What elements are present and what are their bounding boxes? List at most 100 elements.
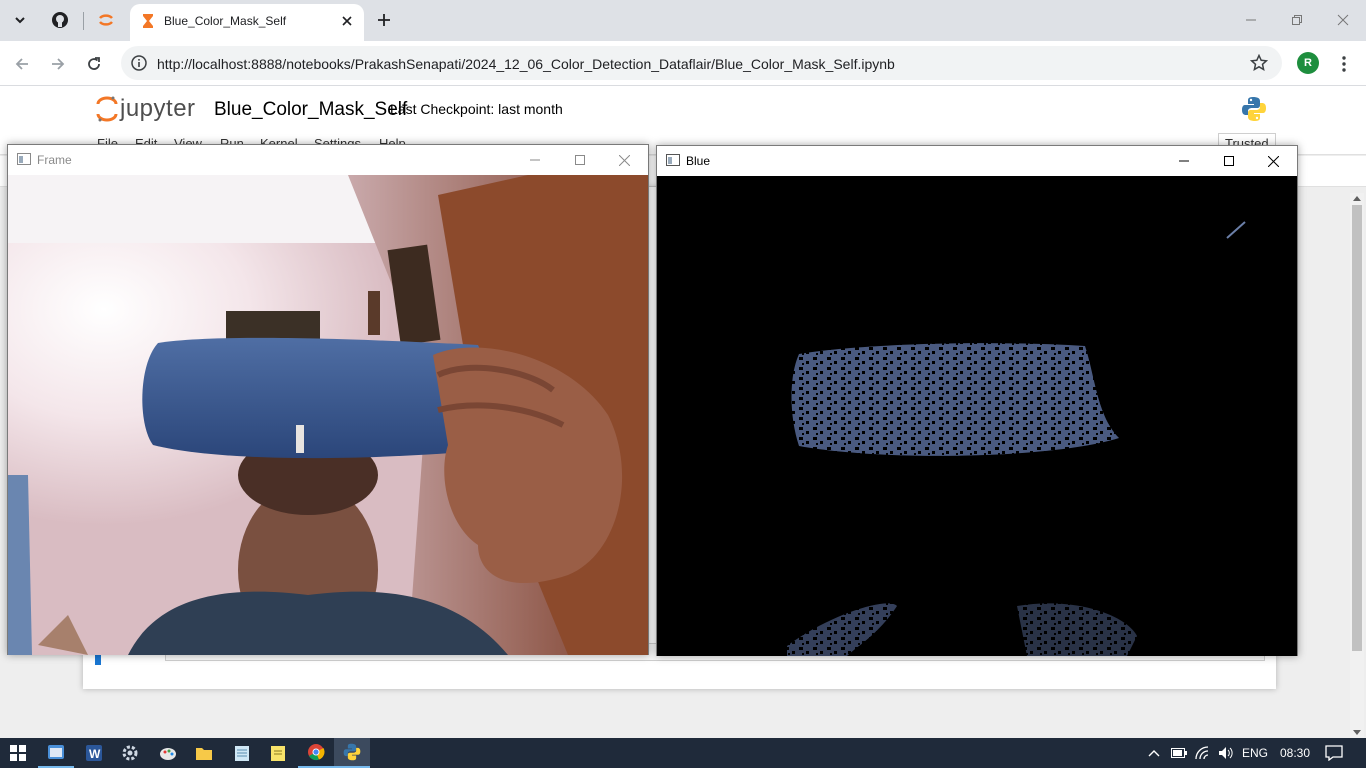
action-center-button[interactable] xyxy=(1320,738,1348,768)
paint-palette-icon xyxy=(160,748,176,760)
scroll-up-arrow-icon[interactable] xyxy=(1353,196,1361,201)
info-icon[interactable] xyxy=(129,53,149,73)
notepad-icon xyxy=(235,746,249,761)
blue-window[interactable]: Blue xyxy=(656,145,1298,656)
taskbar-app-file-explorer[interactable] xyxy=(186,738,222,768)
tray-language[interactable]: ENG xyxy=(1242,746,1268,760)
tray-volume[interactable] xyxy=(1215,738,1237,768)
taskbar-app-chrome[interactable] xyxy=(298,738,334,768)
jupyter-icon xyxy=(99,14,113,26)
maximize-icon xyxy=(574,155,585,165)
tray-battery[interactable] xyxy=(1168,738,1190,768)
taskbar-app-notepad[interactable] xyxy=(224,738,260,768)
close-icon xyxy=(1337,14,1349,26)
sticky-note-icon xyxy=(271,746,285,761)
start-button[interactable] xyxy=(0,738,36,768)
reload-icon xyxy=(88,57,100,70)
new-tab-button[interactable] xyxy=(371,7,397,33)
jupyter-logo-text: jupyter xyxy=(120,95,196,122)
arrow-left-icon xyxy=(15,58,28,70)
close-window-button[interactable] xyxy=(1320,4,1366,36)
browser-tab-strip: Blue_Color_Mask_Self xyxy=(0,0,1366,41)
maximize-icon xyxy=(1223,156,1234,166)
pinned-tab-jupyter[interactable] xyxy=(93,7,119,33)
close-icon[interactable] xyxy=(338,12,356,30)
notebook-title[interactable]: Blue_Color_Mask_Self xyxy=(214,99,407,121)
blue-window-titlebar[interactable]: Blue xyxy=(657,146,1297,176)
restore-button[interactable] xyxy=(1274,4,1320,36)
pinned-tab-github[interactable] xyxy=(47,7,73,33)
webcam-frame-image xyxy=(8,175,648,655)
chrome-menu-button[interactable] xyxy=(1333,50,1355,78)
chevron-down-icon xyxy=(15,17,25,24)
frame-close-button[interactable] xyxy=(602,145,647,175)
chrome-icon xyxy=(308,744,325,761)
profile-avatar[interactable]: R xyxy=(1297,52,1319,74)
notification-icon xyxy=(1325,745,1343,761)
tab-separator xyxy=(83,12,84,30)
reload-button[interactable] xyxy=(80,50,108,78)
gear-icon xyxy=(122,745,138,761)
frame-maximize-button[interactable] xyxy=(557,145,602,175)
windows-taskbar: W ENG 08:30 xyxy=(0,738,1366,768)
frame-minimize-button[interactable] xyxy=(512,145,557,175)
more-vertical-icon xyxy=(1342,56,1346,72)
battery-icon xyxy=(1171,748,1187,758)
tray-wifi[interactable] xyxy=(1192,738,1214,768)
wifi-icon xyxy=(1195,746,1209,760)
forward-button[interactable] xyxy=(44,50,72,78)
taskbar-app-settings[interactable] xyxy=(112,738,148,768)
app-window-icon xyxy=(48,745,64,759)
minimize-icon xyxy=(529,159,540,161)
restore-icon xyxy=(1292,15,1302,25)
blue-mask-image xyxy=(657,176,1297,656)
address-bar[interactable]: http://localhost:8888/notebooks/PrakashS… xyxy=(121,46,1282,80)
bookmark-star-icon[interactable] xyxy=(1250,54,1268,72)
tray-clock[interactable]: 08:30 xyxy=(1280,746,1310,760)
minimize-icon xyxy=(1246,19,1256,21)
taskbar-app-explorer-pinned[interactable] xyxy=(38,738,74,768)
frame-window[interactable]: Frame xyxy=(7,144,649,655)
taskbar-app-sticky-notes[interactable] xyxy=(260,738,296,768)
python-logo-icon xyxy=(1242,97,1266,121)
arrow-right-icon xyxy=(52,58,65,70)
frame-window-titlebar[interactable]: Frame xyxy=(8,145,648,175)
tab-blue-color-mask-self[interactable]: Blue_Color_Mask_Self xyxy=(130,4,364,41)
taskbar-app-python[interactable] xyxy=(334,738,370,768)
frame-window-title: Frame xyxy=(37,153,72,167)
browser-toolbar: http://localhost:8888/notebooks/PrakashS… xyxy=(0,41,1366,86)
word-icon: W xyxy=(86,745,102,761)
scroll-down-arrow-icon[interactable] xyxy=(1353,730,1361,735)
speaker-icon xyxy=(1219,747,1233,759)
jupyter-header: jupyter Blue_Color_Mask_Self Last Checkp… xyxy=(0,87,1366,131)
window-app-icon xyxy=(666,154,680,166)
chevron-up-icon xyxy=(1148,750,1160,757)
folder-icon xyxy=(196,748,212,760)
minimize-button[interactable] xyxy=(1228,4,1274,36)
active-tab-title: Blue_Color_Mask_Self xyxy=(164,14,287,28)
jupyter-logo[interactable]: jupyter xyxy=(96,95,196,123)
blue-maximize-button[interactable] xyxy=(1206,146,1251,176)
blue-window-title: Blue xyxy=(686,154,711,168)
hourglass-icon xyxy=(143,14,153,28)
python-icon xyxy=(343,743,361,761)
tray-overflow-button[interactable] xyxy=(1144,738,1164,768)
scrollbar-thumb[interactable] xyxy=(1352,205,1362,651)
close-icon xyxy=(619,154,630,166)
page-scrollbar[interactable] xyxy=(1350,193,1364,738)
blue-close-button[interactable] xyxy=(1251,146,1296,176)
back-button[interactable] xyxy=(8,50,36,78)
close-icon xyxy=(1268,155,1279,167)
taskbar-app-paint[interactable] xyxy=(150,738,186,768)
taskbar-app-word[interactable]: W xyxy=(76,738,112,768)
url-text[interactable]: http://localhost:8888/notebooks/PrakashS… xyxy=(157,56,895,72)
tab-search-button[interactable] xyxy=(7,7,33,33)
blue-minimize-button[interactable] xyxy=(1161,146,1206,176)
github-icon xyxy=(52,12,68,28)
last-checkpoint: Last Checkpoint: last month xyxy=(390,101,563,117)
jupyter-logo-icon xyxy=(96,96,118,122)
windows-logo-icon xyxy=(10,745,26,761)
window-app-icon xyxy=(17,153,31,165)
plus-icon xyxy=(378,14,390,26)
minimize-icon xyxy=(1178,160,1189,162)
